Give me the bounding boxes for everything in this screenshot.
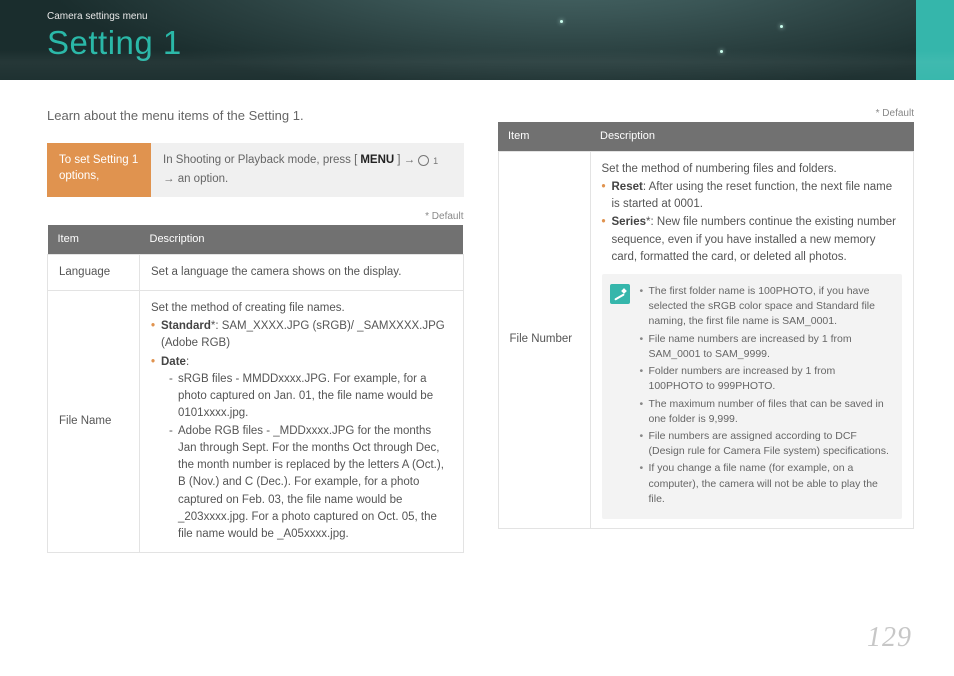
note-item: File numbers are assigned according to D… (640, 429, 891, 459)
option-label: Series (612, 216, 647, 228)
option-text: : After using the reset function, the ne… (612, 181, 893, 210)
list-item: Standard*: SAM_XXXX.JPG (sRGB)/ _SAMXXXX… (151, 318, 452, 353)
cell-desc: Set the method of numbering files and fo… (590, 151, 914, 529)
table-row: Language Set a language the camera shows… (48, 254, 464, 290)
sub-list-item: sRGB files - MMDDxxxx.JPG. For example, … (169, 371, 452, 423)
right-column: * Default Item Description File Number S… (498, 108, 915, 553)
cell-desc: Set a language the camera shows on the d… (140, 254, 464, 290)
cell-item: File Number (498, 151, 590, 529)
callout-text: ] → (397, 153, 415, 169)
table-row: File Number Set the method of numbering … (498, 151, 914, 529)
note-item: The maximum number of files that can be … (640, 397, 891, 427)
sub-list-item: Adobe RGB files - _MDDxxxx.JPG for the m… (169, 423, 452, 544)
decor-star (560, 20, 563, 23)
option-text: : (186, 356, 189, 368)
desc-intro: Set the method of numbering files and fo… (602, 161, 903, 178)
gear-subscript: 1 (433, 155, 438, 167)
note-item: File name numbers are increased by 1 fro… (640, 332, 891, 362)
callout-text: → an option. (163, 172, 228, 188)
option-label: Date (161, 356, 186, 368)
callout-label: To set Setting 1 options, (47, 143, 151, 197)
page-number: 129 (867, 622, 912, 654)
list-item: Reset: After using the reset function, t… (602, 179, 903, 214)
note-item: If you change a file name (for example, … (640, 461, 891, 507)
howto-callout: To set Setting 1 options, In Shooting or… (47, 143, 464, 197)
note-box: The first folder name is 100PHOTO, if yo… (602, 274, 903, 519)
option-text: *: New file numbers continue the existin… (612, 216, 896, 263)
th-item: Item (498, 122, 590, 151)
desc-intro: Set the method of creating file names. (151, 300, 452, 317)
table-row: File Name Set the method of creating fil… (48, 290, 464, 553)
gear-icon (418, 155, 429, 166)
menu-button-label: MENU (360, 153, 394, 169)
th-desc: Description (140, 225, 464, 254)
callout-instruction: In Shooting or Playback mode, press [ ME… (151, 143, 464, 197)
default-footnote: * Default (47, 211, 464, 222)
page-title: Setting 1 (47, 24, 954, 62)
settings-table-right: Item Description File Number Set the met… (498, 122, 915, 529)
callout-text: In Shooting or Playback mode, press [ (163, 153, 357, 169)
note-list: The first folder name is 100PHOTO, if yo… (640, 284, 891, 509)
note-item: The first folder name is 100PHOTO, if yo… (640, 284, 891, 330)
content-area: Learn about the menu items of the Settin… (0, 80, 954, 553)
option-label: Reset (612, 181, 643, 193)
breadcrumb: Camera settings menu (47, 11, 954, 22)
intro-text: Learn about the menu items of the Settin… (47, 108, 464, 123)
cell-desc: Set the method of creating file names. S… (140, 290, 464, 553)
th-item: Item (48, 225, 140, 254)
list-item: Date: sRGB files - MMDDxxxx.JPG. For exa… (151, 354, 452, 544)
page-header: Camera settings menu Setting 1 (0, 0, 954, 80)
list-item: Series*: New file numbers continue the e… (602, 214, 903, 266)
left-column: Learn about the menu items of the Settin… (47, 108, 464, 553)
decor-star (780, 25, 783, 28)
cell-item: Language (48, 254, 140, 290)
note-icon (610, 284, 630, 304)
section-tab (916, 0, 954, 80)
th-desc: Description (590, 122, 914, 151)
default-footnote: * Default (498, 108, 915, 119)
option-label: Standard (161, 320, 211, 332)
note-item: Folder numbers are increased by 1 from 1… (640, 364, 891, 394)
cell-item: File Name (48, 290, 140, 553)
settings-table-left: Item Description Language Set a language… (47, 225, 464, 553)
decor-star (720, 50, 723, 53)
